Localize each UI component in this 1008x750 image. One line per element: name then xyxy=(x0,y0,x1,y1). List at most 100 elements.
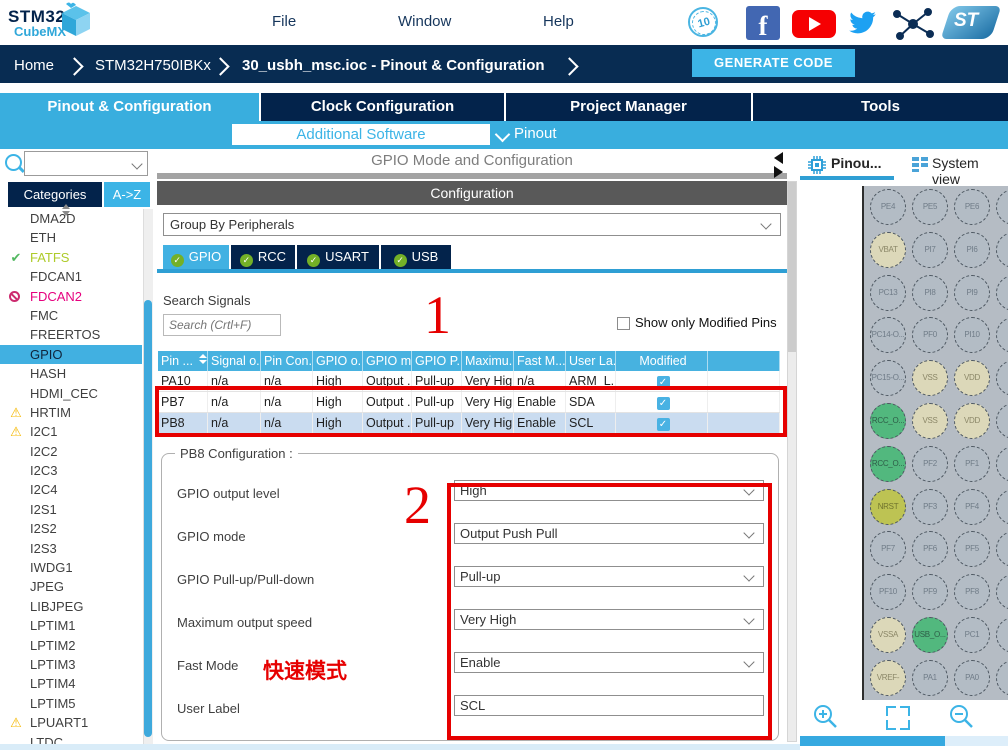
gpio-mode-select[interactable]: Output Push Pull xyxy=(454,523,764,544)
youtube-icon[interactable] xyxy=(792,10,836,38)
sidebar-item-jpeg[interactable]: JPEG xyxy=(0,577,142,596)
pin-pa1[interactable]: PA1 xyxy=(912,660,948,696)
pin-pi7[interactable]: PI7 xyxy=(912,232,948,268)
tab-pinout-configuration[interactable]: Pinout & Configuration xyxy=(0,93,259,121)
breadcrumb-home[interactable]: Home xyxy=(14,57,54,74)
breadcrumb-mcu[interactable]: STM32H750IBKx xyxy=(95,57,211,74)
tab-system-view[interactable]: System view xyxy=(932,155,1008,187)
pin-pc14-o-[interactable]: PC14-O... xyxy=(870,317,906,353)
pin-vdd[interactable]: VDD xyxy=(954,403,990,439)
pin-usb-o-[interactable]: USB_O... xyxy=(912,617,948,653)
pin-pf9[interactable]: PF9 xyxy=(912,574,948,610)
network-icon[interactable] xyxy=(890,6,936,42)
sidebar-item-lpuart1[interactable]: ⚠LPUART1 xyxy=(0,713,142,732)
collapse-left-icon[interactable] xyxy=(774,152,783,164)
pin-pe4[interactable]: PE4 xyxy=(870,189,906,225)
facebook-icon[interactable]: f xyxy=(746,6,780,40)
column-header[interactable]: Maximu... xyxy=(462,351,514,371)
pin-vbat[interactable]: VBAT xyxy=(870,232,906,268)
sidebar-item-i2s1[interactable]: I2S1 xyxy=(0,500,142,519)
pin-pf10[interactable]: PF10 xyxy=(870,574,906,610)
sidebar-tab-categories[interactable]: Categories xyxy=(8,182,102,207)
pin-rcc-o-[interactable]: RCC_O... xyxy=(870,446,906,482)
pin-pf7[interactable]: PF7 xyxy=(870,531,906,567)
peripheral-tab-usart[interactable]: ✓USART xyxy=(297,245,379,269)
sidebar-item-fdcan2[interactable]: FDCAN2 xyxy=(0,287,142,306)
pin-pi6[interactable]: PI6 xyxy=(954,232,990,268)
sidebar-item-lptim4[interactable]: LPTIM4 xyxy=(0,674,142,693)
zoom-in-icon[interactable] xyxy=(812,703,840,731)
pin-pi8[interactable]: PI8 xyxy=(912,275,948,311)
pin-pf0[interactable]: PF0 xyxy=(912,317,948,353)
menu-file[interactable]: File xyxy=(272,13,296,30)
sidebar-search-combobox[interactable] xyxy=(24,151,148,176)
pin-partial[interactable] xyxy=(996,574,1008,610)
sidebar-item-fdcan1[interactable]: FDCAN1 xyxy=(0,267,142,286)
sidebar-scrollbar-thumb[interactable] xyxy=(144,300,152,737)
peripheral-tab-usb[interactable]: ✓USB xyxy=(381,245,451,269)
pin-pc15-o-[interactable]: PC15-O... xyxy=(870,360,906,396)
column-header[interactable]: GPIO P... xyxy=(412,351,462,371)
checked-checkbox-icon[interactable]: ✓ xyxy=(657,397,670,410)
pin-partial[interactable] xyxy=(996,660,1008,696)
modified-cell[interactable]: ✓ xyxy=(616,413,708,433)
tab-tools[interactable]: Tools xyxy=(753,93,1008,121)
fast-mode-select[interactable]: Enable xyxy=(454,652,764,673)
st-logo[interactable]: ST xyxy=(940,4,1004,42)
column-header[interactable]: User La... xyxy=(566,351,616,371)
pin-vdd[interactable]: VDD xyxy=(954,360,990,396)
checked-checkbox-icon[interactable]: ✓ xyxy=(657,418,670,431)
pin-nrst[interactable]: NRST xyxy=(870,489,906,525)
column-header[interactable]: GPIO o... xyxy=(313,351,363,371)
pin-pf4[interactable]: PF4 xyxy=(954,489,990,525)
column-header[interactable]: Signal o... xyxy=(208,351,261,371)
sidebar-item-hrtim[interactable]: ⚠HRTIM xyxy=(0,403,142,422)
sidebar-item-i2c3[interactable]: I2C3 xyxy=(0,461,142,480)
pin-vss[interactable]: VSS xyxy=(912,403,948,439)
pin-partial[interactable] xyxy=(996,531,1008,567)
pin-partial[interactable] xyxy=(996,489,1008,525)
sidebar-item-dma2d[interactable]: DMA2D xyxy=(0,209,142,228)
group-by-select[interactable]: Group By Peripherals xyxy=(163,213,781,236)
collapse-right-icon[interactable] xyxy=(774,166,783,178)
sidebar-item-libjpeg[interactable]: LIBJPEG xyxy=(0,597,142,616)
peripheral-tab-gpio[interactable]: ✓GPIO xyxy=(163,245,229,269)
sidebar-item-fmc[interactable]: FMC xyxy=(0,306,142,325)
config-scrollbar-thumb[interactable] xyxy=(788,182,796,352)
sidebar-item-gpio[interactable]: GPIO xyxy=(0,345,142,364)
sidebar-item-i2c1[interactable]: ⚠I2C1 xyxy=(0,422,142,441)
sidebar-item-iwdg1[interactable]: IWDG1 xyxy=(0,558,142,577)
pin-partial[interactable] xyxy=(996,189,1008,225)
pin-partial[interactable] xyxy=(996,446,1008,482)
pin-pc1[interactable]: PC1 xyxy=(954,617,990,653)
pin-pf6[interactable]: PF6 xyxy=(912,531,948,567)
ten-years-badge-icon[interactable]: 10 xyxy=(688,7,718,37)
pin-pi9[interactable]: PI9 xyxy=(954,275,990,311)
pin-pf1[interactable]: PF1 xyxy=(954,446,990,482)
checked-checkbox-icon[interactable]: ✓ xyxy=(657,376,670,389)
column-header[interactable]: Fast M... xyxy=(514,351,566,371)
pin-pa0[interactable]: PA0 xyxy=(954,660,990,696)
pin-vref-[interactable]: VREF- xyxy=(870,660,906,696)
pinout-menu[interactable]: Pinout xyxy=(514,125,557,142)
pin-partial[interactable] xyxy=(996,317,1008,353)
additional-software-button[interactable]: Additional Software xyxy=(232,124,490,145)
gpio-pull-up-pull-down-select[interactable]: Pull-up xyxy=(454,566,764,587)
pin-rcc-o-[interactable]: RCC_O... xyxy=(870,403,906,439)
sidebar-item-lptim3[interactable]: LPTIM3 xyxy=(0,655,142,674)
pin-pc13[interactable]: PC13 xyxy=(870,275,906,311)
pin-pi10[interactable]: PI10 xyxy=(954,317,990,353)
sidebar-item-hash[interactable]: HASH xyxy=(0,364,142,383)
tab-project-manager[interactable]: Project Manager xyxy=(506,93,751,121)
table-row-pb7[interactable]: PB7n/an/aHighOutput ...Pull-upVery HighE… xyxy=(158,392,780,413)
sidebar-item-lptim1[interactable]: LPTIM1 xyxy=(0,616,142,635)
show-only-modified-checkbox[interactable] xyxy=(617,317,630,330)
modified-cell[interactable]: ✓ xyxy=(616,392,708,412)
pin-pf5[interactable]: PF5 xyxy=(954,531,990,567)
maximum-output-speed-select[interactable]: Very High xyxy=(454,609,764,630)
sidebar-item-fatfs[interactable]: ✔FATFS xyxy=(0,248,142,267)
tab-clock-configuration[interactable]: Clock Configuration xyxy=(261,93,504,121)
pin-pf8[interactable]: PF8 xyxy=(954,574,990,610)
pin-partial[interactable] xyxy=(996,403,1008,439)
sidebar-item-i2s2[interactable]: I2S2 xyxy=(0,519,142,538)
